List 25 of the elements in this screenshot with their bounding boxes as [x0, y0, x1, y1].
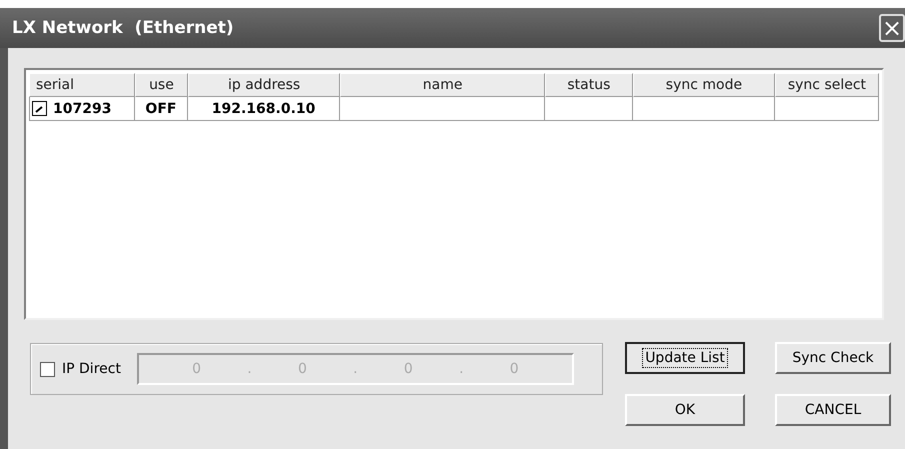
dialog-button[interactable]: Update List	[625, 342, 745, 374]
ip-octet: 0	[298, 361, 307, 377]
dialog-button[interactable]: Sync Check	[775, 342, 891, 374]
ip-octet: 0	[404, 361, 413, 377]
serial-text: 107293	[53, 100, 112, 116]
separator-dot: .	[247, 361, 252, 377]
column-header[interactable]: sync mode	[633, 73, 775, 97]
column-header[interactable]: name	[340, 73, 545, 97]
table-cell: 192.168.0.10	[188, 97, 340, 121]
window-title: LX Network (Ethernet)	[12, 18, 234, 38]
ip-octet: 0	[192, 361, 201, 377]
column-header[interactable]: sync select	[774, 73, 880, 97]
dialog-button[interactable]: CANCEL	[775, 394, 891, 426]
column-header[interactable]: serial	[29, 73, 136, 97]
close-button[interactable]: ×	[879, 14, 905, 42]
column-header[interactable]: use	[135, 73, 188, 97]
column-header[interactable]: status	[544, 73, 634, 97]
check-icon[interactable]	[32, 101, 47, 116]
table-cell: OFF	[135, 97, 188, 121]
separator-dot: .	[353, 361, 358, 377]
column-header[interactable]: ip address	[188, 73, 340, 97]
separator-dot: .	[459, 361, 464, 377]
ip-octet: 0	[510, 361, 519, 377]
dialog-button[interactable]: OK	[625, 394, 745, 426]
list-view[interactable]: serial use ip address name status sync mode sync select 107293 OFF 192.168.0.10	[24, 68, 884, 320]
